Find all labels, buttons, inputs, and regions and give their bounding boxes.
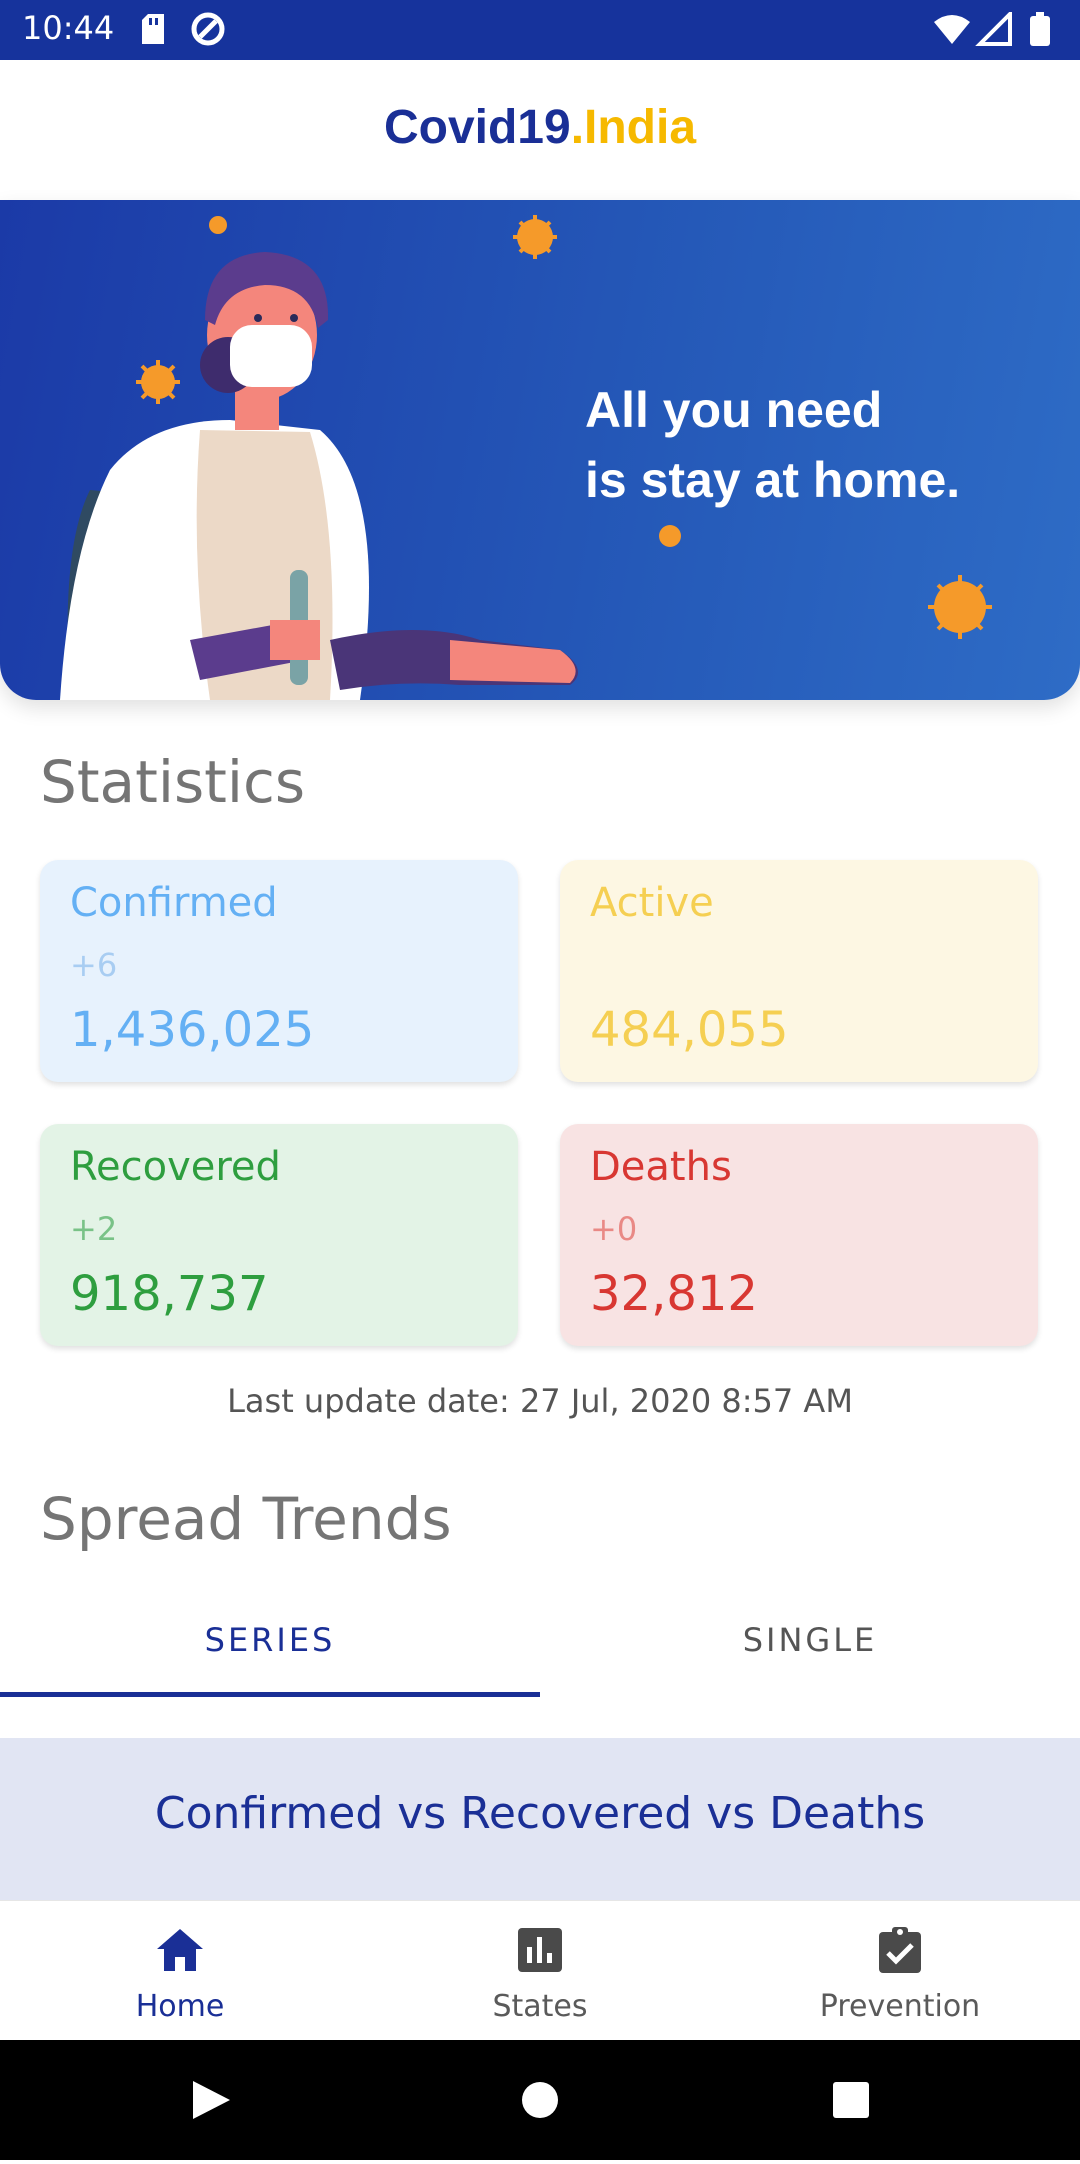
- brand-accent: .India: [570, 101, 697, 154]
- card-delta: +6: [70, 946, 118, 984]
- tab-single[interactable]: SINGLE: [540, 1590, 1080, 1698]
- card-label: Deaths: [590, 1144, 732, 1190]
- signal-icon: [975, 9, 1012, 46]
- brand-main: Covid19: [383, 101, 571, 154]
- wifi-icon: [934, 15, 970, 44]
- card-value: 918,737: [70, 1266, 269, 1322]
- clipboard-check-icon: [879, 1927, 921, 1973]
- data-saver-icon: [191, 12, 225, 46]
- spread-trends-title: Spread Trends: [40, 1485, 452, 1553]
- card-value: 1,436,025: [70, 1002, 315, 1058]
- card-delta: +2: [70, 1210, 118, 1248]
- trend-tabs: SERIES SINGLE: [0, 1590, 1080, 1698]
- hero-banner: All you need is stay at home.: [0, 200, 1080, 700]
- nav-states-label: States: [492, 1989, 588, 2024]
- recovered-card[interactable]: Recovered +2 918,737: [40, 1124, 518, 1346]
- home-circle-icon[interactable]: [522, 2082, 558, 2118]
- card-label: Active: [590, 880, 714, 926]
- active-card[interactable]: Active 484,055: [560, 860, 1038, 1082]
- system-navigation-bar: [0, 2040, 1080, 2160]
- status-system-icons: [932, 9, 1062, 52]
- status-notification-icons: [140, 12, 230, 52]
- nav-prevention-label: Prevention: [819, 1989, 981, 2024]
- bar-chart-icon: [518, 1928, 562, 1972]
- hero-line-2: is stay at home.: [585, 452, 961, 508]
- home-icon: [157, 1929, 203, 1971]
- chart-header: Confirmed vs Recovered vs Deaths: [0, 1738, 1080, 1900]
- card-value: 32,812: [590, 1266, 758, 1322]
- hero-tagline: All you need is stay at home.: [585, 375, 960, 515]
- nav-home-label: Home: [135, 1989, 225, 2024]
- statistics-title: Statistics: [40, 748, 306, 816]
- tab-indicator: [0, 1692, 540, 1697]
- card-label: Recovered: [70, 1144, 281, 1190]
- last-update-text: Last update date: 27 Jul, 2020 8:57 AM: [227, 1382, 853, 1420]
- tab-series[interactable]: SERIES: [0, 1590, 540, 1698]
- battery-icon: [1030, 16, 1050, 46]
- recents-icon[interactable]: [833, 2082, 869, 2118]
- back-icon[interactable]: [193, 2081, 230, 2119]
- nav-prevention[interactable]: Prevention: [720, 1901, 1080, 2041]
- nav-home[interactable]: Home: [0, 1901, 360, 2041]
- status-time: 10:44: [22, 9, 115, 47]
- bottom-navigation: Home States Prevention: [0, 1900, 1080, 2041]
- confirmed-card[interactable]: Confirmed +6 1,436,025: [40, 860, 518, 1082]
- sd-card-icon: [142, 14, 164, 44]
- status-bar: 10:44: [0, 0, 1080, 60]
- card-label: Confirmed: [70, 880, 278, 926]
- chart-title: Confirmed vs Recovered vs Deaths: [154, 1788, 926, 1839]
- deaths-card[interactable]: Deaths +0 32,812: [560, 1124, 1038, 1346]
- app-bar: Covid19.India: [0, 60, 1080, 200]
- app-brand: Covid19.India: [0, 100, 1080, 155]
- card-value: 484,055: [590, 1002, 789, 1058]
- nav-states[interactable]: States: [360, 1901, 720, 2041]
- card-delta: +0: [590, 1210, 638, 1248]
- hero-line-1: All you need: [585, 382, 883, 438]
